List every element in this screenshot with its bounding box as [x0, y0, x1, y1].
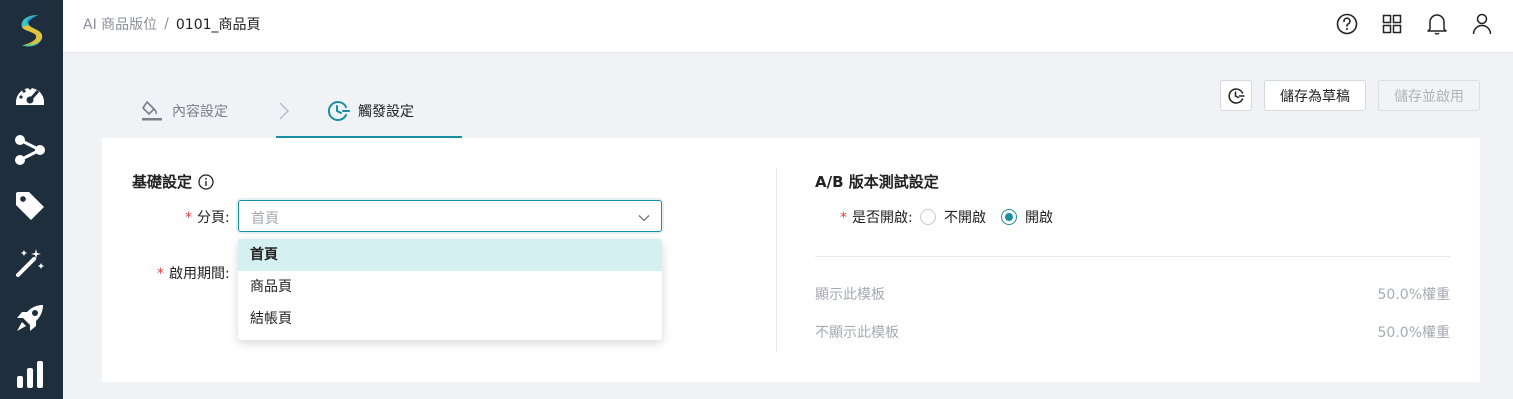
rocket-icon[interactable]: [12, 300, 48, 336]
clock-trigger-icon: [326, 99, 350, 123]
hide-template-label: 不顯示此模板: [815, 325, 899, 341]
step-content-label: 內容設定: [172, 104, 228, 120]
breadcrumb-separator: /: [164, 16, 169, 32]
column-divider: [776, 168, 777, 352]
page-field-label-text: 分頁:: [197, 210, 230, 226]
breadcrumb: AI 商品版位 / 0101_商品頁: [83, 14, 261, 34]
save-draft-button[interactable]: 儲存為草稿: [1264, 80, 1366, 111]
page-field-label: * 分頁:: [185, 207, 230, 227]
radio-enable[interactable]: 開啟: [1001, 207, 1053, 227]
breadcrumb-root-link[interactable]: AI 商品版位: [83, 14, 157, 34]
breadcrumb-current: 0101_商品頁: [175, 17, 261, 33]
ab-enable-label: * 是否開啟:: [840, 207, 913, 227]
magic-wand-icon[interactable]: [12, 244, 48, 280]
basic-settings-title: 基礎設定: [132, 171, 214, 192]
dropdown-option-product[interactable]: 商品頁: [238, 271, 662, 303]
required-asterisk: *: [157, 266, 164, 282]
bell-icon[interactable]: [1424, 11, 1450, 37]
page-select-placeholder: 首頁: [251, 211, 279, 227]
chevron-down-icon: [637, 210, 651, 229]
dashboard-gauge-icon[interactable]: [12, 76, 48, 112]
header-actions: [1334, 11, 1495, 37]
step-trigger-label: 觸發設定: [358, 104, 414, 120]
page-select[interactable]: 首頁: [238, 200, 662, 232]
user-icon[interactable]: [1469, 11, 1495, 37]
radio-disable[interactable]: 不開啟: [920, 207, 986, 227]
info-icon[interactable]: [198, 173, 214, 190]
required-asterisk: *: [840, 210, 847, 226]
radio-enable-label: 開啟: [1025, 210, 1053, 226]
app-logo-icon[interactable]: [16, 12, 46, 48]
ab-enable-label-text: 是否開啟:: [852, 210, 913, 226]
ab-section-divider: [815, 256, 1450, 257]
dropdown-option-home[interactable]: 首頁: [238, 239, 662, 271]
bar-chart-icon[interactable]: [12, 356, 48, 392]
step-content-settings[interactable]: 內容設定: [140, 96, 228, 126]
step-trigger-settings[interactable]: 觸發設定: [326, 96, 414, 126]
save-and-publish-button[interactable]: 儲存並啟用: [1378, 80, 1480, 111]
period-field-label-text: 啟用期間:: [169, 266, 230, 282]
flow-nodes-icon[interactable]: [12, 132, 48, 168]
settings-card: 基礎設定 * 分頁: 首頁 * 啟用期間: 首頁 商品頁 結帳頁 A/B 版本測試設…: [102, 138, 1480, 382]
show-template-weight: 50.0%權重: [1377, 287, 1450, 303]
apps-grid-icon[interactable]: [1379, 11, 1405, 37]
dropdown-option-checkout[interactable]: 結帳頁: [238, 303, 662, 335]
radio-circle[interactable]: [920, 209, 936, 225]
basic-settings-title-text: 基礎設定: [132, 173, 193, 191]
ab-test-settings-title: A/B 版本測試設定: [815, 173, 939, 191]
tag-icon[interactable]: [12, 188, 48, 224]
page-select-dropdown: 首頁 商品頁 結帳頁: [238, 239, 662, 340]
history-icon: [1227, 87, 1245, 105]
radio-disable-label: 不開啟: [944, 210, 986, 226]
show-template-label: 顯示此模板: [815, 287, 885, 303]
top-header: AI 商品版位 / 0101_商品頁: [63, 0, 1513, 53]
radio-circle-checked[interactable]: [1001, 209, 1017, 225]
paint-bucket-icon: [140, 99, 164, 123]
version-history-button[interactable]: [1220, 80, 1252, 111]
sidebar: [0, 0, 63, 399]
chevron-right-icon: [276, 101, 292, 121]
hide-template-weight: 50.0%權重: [1377, 325, 1450, 341]
period-field-label: * 啟用期間:: [157, 263, 230, 283]
required-asterisk: *: [185, 210, 192, 226]
help-icon[interactable]: [1334, 11, 1360, 37]
